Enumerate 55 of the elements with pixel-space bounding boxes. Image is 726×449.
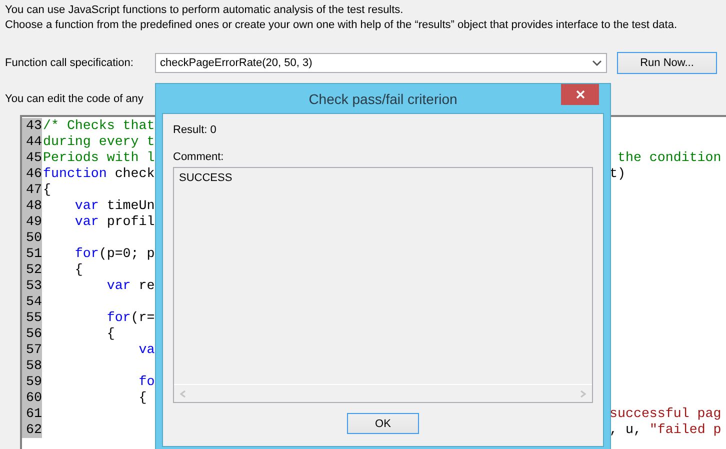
code-text: { <box>106 326 115 342</box>
instruction-text: Choose a function from the predefined ones or create your own one with help of the “results” object that provides interface to the test data. <box>5 18 677 33</box>
line-number: 52 <box>22 262 42 278</box>
line-number: 62 <box>22 422 42 438</box>
ok-button[interactable]: OK <box>347 413 419 434</box>
code-text: /* Checks that <box>42 118 155 134</box>
code-text: { <box>42 182 51 198</box>
code-text: for(r= <box>106 310 155 326</box>
line-number: 45 <box>22 150 42 166</box>
code-text: , u, "failed p <box>608 422 722 438</box>
close-icon <box>576 90 584 99</box>
comment-field[interactable]: SUCCESS <box>173 167 593 403</box>
line-number: 60 <box>22 390 42 406</box>
code-text: for(p=0; p <box>74 246 155 262</box>
line-number: 57 <box>22 342 42 358</box>
line-number: 51 <box>22 246 42 262</box>
code-text: { <box>138 390 147 406</box>
field-label: Function call specification: <box>5 57 134 69</box>
line-number: 48 <box>22 198 42 214</box>
edit-hint-text: You can edit the code of any <box>5 93 144 105</box>
code-text: var re <box>106 278 155 294</box>
line-number: 55 <box>22 310 42 326</box>
code-text: during every t <box>42 134 155 150</box>
code-text: var profil <box>74 214 155 230</box>
line-number: 47 <box>22 182 42 198</box>
function-combobox[interactable]: checkPageErrorRate(20, 50, 3) <box>155 53 607 73</box>
run-now-button[interactable]: Run Now... <box>617 52 717 74</box>
result-text: Result: 0 <box>173 124 216 136</box>
line-number: 56 <box>22 326 42 342</box>
scroll-left-icon <box>180 390 186 398</box>
line-number: 44 <box>22 134 42 150</box>
code-text: the condition <box>616 150 722 166</box>
code-text: { <box>74 262 83 278</box>
chevron-down-icon <box>592 60 602 66</box>
code-text: successful pag <box>608 406 722 422</box>
code-text: function check <box>42 166 155 182</box>
line-number: 58 <box>22 358 42 374</box>
scroll-right-icon <box>580 390 586 398</box>
line-number: 50 <box>22 230 42 246</box>
close-button[interactable] <box>561 84 599 105</box>
code-text: Periods with l <box>42 150 155 166</box>
code-text: var timeUn <box>74 198 155 214</box>
code-text: t) <box>608 166 626 182</box>
comment-label: Comment: <box>173 151 224 163</box>
line-number: 46 <box>22 166 42 182</box>
line-number: 59 <box>22 374 42 390</box>
line-number: 53 <box>22 278 42 294</box>
code-text: fo <box>138 374 155 390</box>
line-number: 43 <box>22 118 42 134</box>
dialog-title: Check pass/fail criterion <box>308 90 458 106</box>
line-number: 49 <box>22 214 42 230</box>
code-text: va <box>138 342 155 358</box>
instruction-text: You can use JavaScript functions to perform automatic analysis of the test results. <box>5 3 404 18</box>
line-number: 54 <box>22 294 42 310</box>
line-number: 61 <box>22 406 42 422</box>
